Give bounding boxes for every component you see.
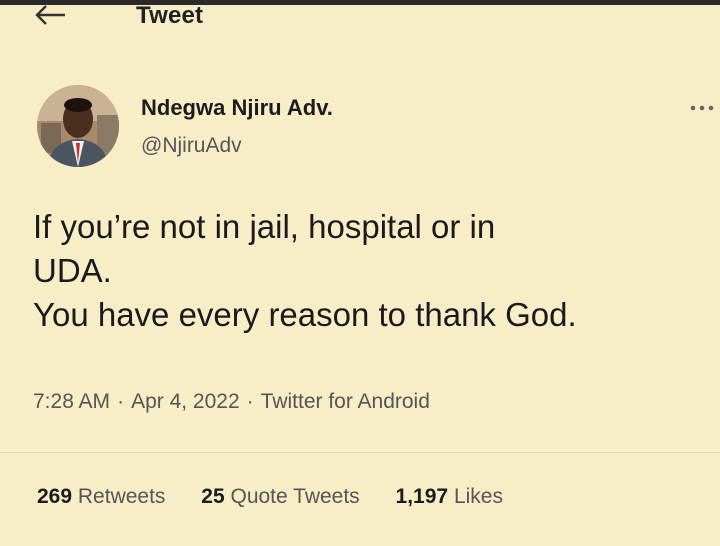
meta-separator: · <box>246 390 254 413</box>
tweet-source[interactable]: Twitter for Android <box>261 390 430 413</box>
back-button[interactable] <box>33 4 67 26</box>
quote-tweets-label: Quote Tweets <box>230 485 360 508</box>
tweet-text: If you’re not in jail, hospital or in UD… <box>33 208 577 333</box>
tweet-time: 7:28 AM <box>33 390 111 413</box>
retweets-count: 269 <box>37 485 73 508</box>
retweets-stat[interactable]: 269 Retweets <box>37 485 165 509</box>
author-name[interactable]: Ndegwa Njiru Adv. <box>141 95 333 121</box>
likes-stat[interactable]: 1,197 Likes <box>396 485 503 509</box>
avatar[interactable] <box>37 85 119 167</box>
more-options-button[interactable] <box>689 98 715 118</box>
likes-count: 1,197 <box>395 485 449 508</box>
header: Tweet <box>0 0 720 40</box>
page-title: Tweet <box>136 2 204 29</box>
arrow-left-icon <box>35 5 65 25</box>
more-options-icon <box>690 105 714 111</box>
tweet-meta: 7:28 AM · Apr 4, 2022 · Twitter for Android <box>33 390 430 414</box>
author-handle[interactable]: @NjiruAdv <box>141 134 242 158</box>
engagement-stats: 269 Retweets 25 Quote Tweets 1,197 Likes <box>37 485 503 509</box>
avatar-photo <box>37 85 119 167</box>
retweets-label: Retweets <box>77 485 166 508</box>
tweet-date: Apr 4, 2022 <box>131 390 240 413</box>
meta-separator: · <box>117 390 125 413</box>
likes-label: Likes <box>453 485 503 508</box>
quote-tweets-stat[interactable]: 25 Quote Tweets <box>201 485 359 509</box>
divider <box>0 452 720 453</box>
quote-tweets-count: 25 <box>201 485 225 508</box>
